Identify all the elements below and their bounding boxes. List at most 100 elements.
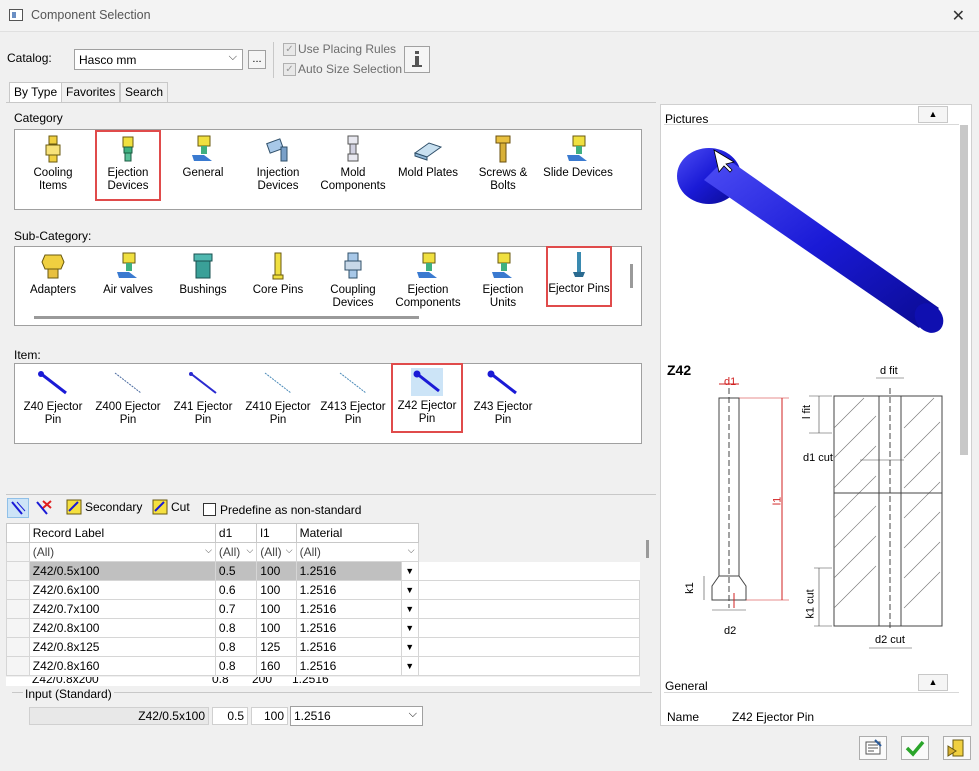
subcategory-air-valves[interactable]: Air valves (93, 252, 163, 297)
ok-button[interactable] (901, 736, 929, 760)
filter-d1[interactable]: (All) ⌵ (214, 542, 258, 562)
pictures-collapse-button[interactable]: ▲ (918, 106, 948, 123)
category-cooling-items[interactable]: Cooling Items (18, 135, 88, 193)
close-icon[interactable]: ✕ (952, 6, 965, 26)
subcategory-bushings[interactable]: Bushings (168, 252, 238, 297)
item-z40[interactable]: Z40 Ejector Pin (18, 369, 88, 427)
column-header-material[interactable]: Material (295, 523, 419, 543)
table-row-partial[interactable]: Z42/0.8x200 0.8 200 1.2516 (6, 677, 640, 686)
category-ejection-devices[interactable]: Ejection Devices (95, 130, 161, 201)
dim-d1: d1 (724, 376, 737, 388)
subcategory-ejection-components[interactable]: Ejection Components (393, 252, 463, 310)
filter-record-label[interactable]: (All) ⌵ (28, 542, 216, 562)
info-button[interactable] (404, 46, 430, 73)
item-z400[interactable]: Z400 Ejector Pin (93, 369, 163, 427)
pictures-scrollbar[interactable] (960, 125, 968, 455)
general-divider (664, 692, 959, 693)
subcategory-adapters[interactable]: Adapters (18, 252, 88, 297)
table-row[interactable]: Z42/0.8x160 0.8 160 1.2516 ▼ (6, 656, 641, 676)
general-collapse-button[interactable]: ▲ (918, 674, 948, 691)
category-slide-devices[interactable]: Slide Devices (543, 135, 613, 180)
material-dropdown[interactable]: ▼ (401, 599, 419, 619)
input-record[interactable]: Z42/0.5x100 (29, 707, 209, 725)
splitter[interactable] (6, 494, 656, 495)
window-title: Component Selection (31, 8, 151, 22)
row-header (6, 580, 30, 600)
cell-material: 1.2516 (295, 561, 402, 581)
placing-rules-checkbox[interactable]: ✓ (283, 43, 296, 56)
placing-rules-label: Use Placing Rules (298, 42, 397, 56)
chevron-down-icon: ⌵ (407, 545, 415, 555)
predefine-checkbox[interactable] (203, 503, 216, 516)
table-row[interactable]: Z42/0.6x100 0.6 100 1.2516 ▼ (6, 580, 641, 600)
filter-l1[interactable]: (All) ⌵ (256, 542, 297, 562)
item-z413[interactable]: Z413 Ejector Pin (318, 369, 388, 427)
exit-button[interactable] (943, 736, 971, 760)
subcategory-ejector-pins[interactable]: Ejector Pins (546, 246, 612, 307)
row-header (6, 523, 30, 543)
item-z42[interactable]: Z42 Ejector Pin (391, 363, 463, 433)
input-l1[interactable]: 100 (251, 707, 288, 725)
category-general[interactable]: General (168, 135, 238, 180)
air-valves-icon (93, 252, 163, 280)
cut-button[interactable]: Cut (171, 500, 190, 514)
category-injection-devices[interactable]: Injection Devices (243, 135, 313, 193)
screws-bolts-icon (468, 135, 538, 163)
secondary-button[interactable]: Secondary (85, 500, 142, 514)
category-mold-plates[interactable]: Mold Plates (393, 135, 463, 180)
cell-material: 1.2516 (295, 618, 402, 638)
ejection-devices-icon (97, 135, 159, 163)
material-dropdown[interactable]: ▼ (401, 637, 419, 657)
properties-button[interactable] (859, 736, 887, 760)
dim-k1: k1 (683, 582, 696, 594)
item-z41[interactable]: Z41 Ejector Pin (168, 369, 238, 427)
cell-material: 1.2516 (295, 599, 402, 619)
name-value: Z42 Ejector Pin (732, 710, 815, 724)
table-row[interactable]: Z42/0.5x100 0.5 100 1.2516 ▼ (6, 561, 640, 581)
cell-d1: 0.5 (214, 561, 258, 581)
subcategory-coupling-devices[interactable]: Coupling Devices (318, 252, 388, 310)
cell-d1: 0.8 (212, 677, 229, 686)
item-z410[interactable]: Z410 Ejector Pin (243, 369, 313, 427)
tab-label: Favorites (66, 85, 116, 99)
material-dropdown[interactable]: ▼ (401, 656, 419, 676)
catalog-select[interactable]: Hasco mm ⌵ (74, 49, 243, 70)
item-label-text: Z41 Ejector Pin (173, 401, 233, 426)
catalog-browse-button[interactable]: ... (248, 50, 266, 69)
subcategory-vscrollbar[interactable] (630, 264, 633, 288)
category-mold-components[interactable]: Mold Components (318, 135, 388, 193)
subcategory-ejection-units[interactable]: Ejection Units (468, 252, 538, 310)
filter-button[interactable] (7, 498, 29, 518)
bushings-icon (168, 252, 238, 280)
grid-vscrollbar[interactable] (646, 540, 649, 558)
column-header-l1[interactable]: l1 (256, 523, 297, 543)
cell-l1: 100 (256, 561, 297, 581)
material-dropdown[interactable]: ▼ (401, 618, 419, 638)
filter-material[interactable]: (All) ⌵ (295, 542, 419, 562)
ejector-pin-icon (411, 368, 443, 396)
item-z43[interactable]: Z43 Ejector Pin (468, 369, 538, 427)
input-material-select[interactable]: 1.2516 ⌵ (290, 706, 423, 726)
material-dropdown[interactable]: ▼ (401, 580, 419, 600)
subcategory-hscrollbar[interactable] (34, 316, 419, 319)
table-row[interactable]: Z42/0.8x100 0.8 100 1.2516 ▼ (6, 618, 641, 638)
column-header-d1[interactable]: d1 (214, 523, 258, 543)
material-dropdown[interactable]: ▼ (401, 561, 419, 581)
tab-favorites[interactable]: Favorites (61, 82, 121, 102)
cell-material: 1.2516 (292, 677, 329, 686)
input-d1[interactable]: 0.5 (212, 707, 248, 725)
category-screws-bolts[interactable]: Screws & Bolts (468, 135, 538, 193)
tab-search[interactable]: Search (120, 82, 169, 102)
table-row[interactable]: Z42/0.8x125 0.8 125 1.2516 ▼ (6, 637, 641, 657)
subcategory-item-label: Ejection Units (482, 284, 524, 309)
column-header-record-label[interactable]: Record Label (28, 523, 216, 543)
tab-by-type[interactable]: By Type (9, 82, 63, 103)
cell-record-label: Z42/0.8x200 (32, 677, 99, 686)
auto-size-checkbox[interactable]: ✓ (283, 63, 296, 76)
cell-material: 1.2516 (295, 656, 402, 676)
ejector-pin-icon (93, 369, 163, 397)
table-row[interactable]: Z42/0.7x100 0.7 100 1.2516 ▼ (6, 599, 641, 619)
remove-filter-button[interactable] (33, 499, 53, 517)
subcategory-core-pins[interactable]: Core Pins (243, 252, 313, 297)
pictures-divider (664, 124, 959, 125)
